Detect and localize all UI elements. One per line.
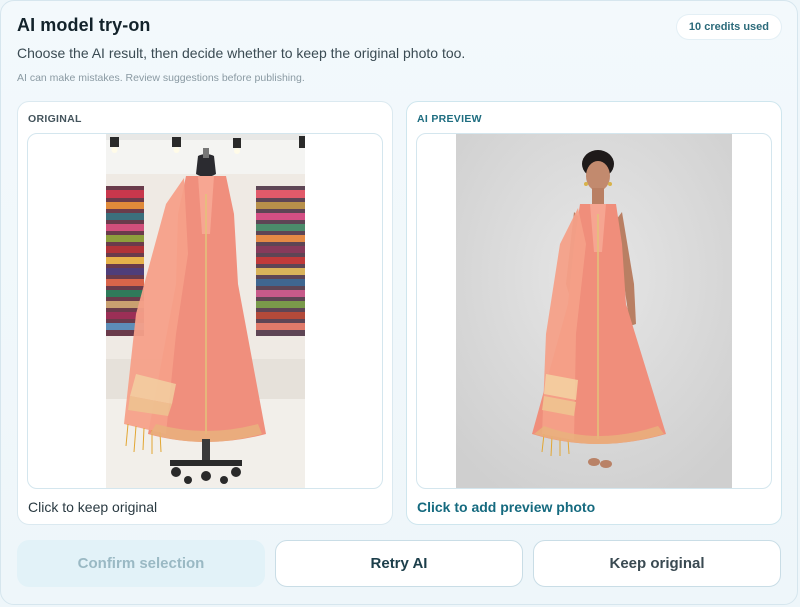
keep-original-button[interactable]: Keep original xyxy=(533,540,781,587)
dialog-subtitle: Choose the AI result, then decide whethe… xyxy=(17,45,466,61)
original-photo-card[interactable]: ORIGINAL Click to keep original xyxy=(17,101,393,525)
dialog-title: AI model try-on xyxy=(17,15,151,35)
ai-preview-card[interactable]: AI PREVIEW Click to add preview photo xyxy=(406,101,782,525)
add-preview-photo-cta[interactable]: Click to add preview photo xyxy=(417,499,595,515)
ai-preview-photo xyxy=(456,134,732,488)
ai-disclaimer: AI can make mistakes. Review suggestions… xyxy=(17,72,305,84)
preview-card-label: AI PREVIEW xyxy=(417,113,482,125)
ai-preview-frame[interactable] xyxy=(416,133,772,489)
original-card-label: ORIGINAL xyxy=(28,113,82,125)
ai-try-on-dialog: AI model try-on 10 credits used Choose t… xyxy=(0,0,798,605)
original-photo-frame[interactable] xyxy=(27,133,383,489)
credits-badge: 10 credits used xyxy=(676,15,781,39)
keep-original-cta[interactable]: Click to keep original xyxy=(28,499,157,515)
retry-ai-button[interactable]: Retry AI xyxy=(275,540,523,587)
original-photo xyxy=(106,134,305,488)
confirm-selection-button[interactable]: Confirm selection xyxy=(17,540,265,587)
